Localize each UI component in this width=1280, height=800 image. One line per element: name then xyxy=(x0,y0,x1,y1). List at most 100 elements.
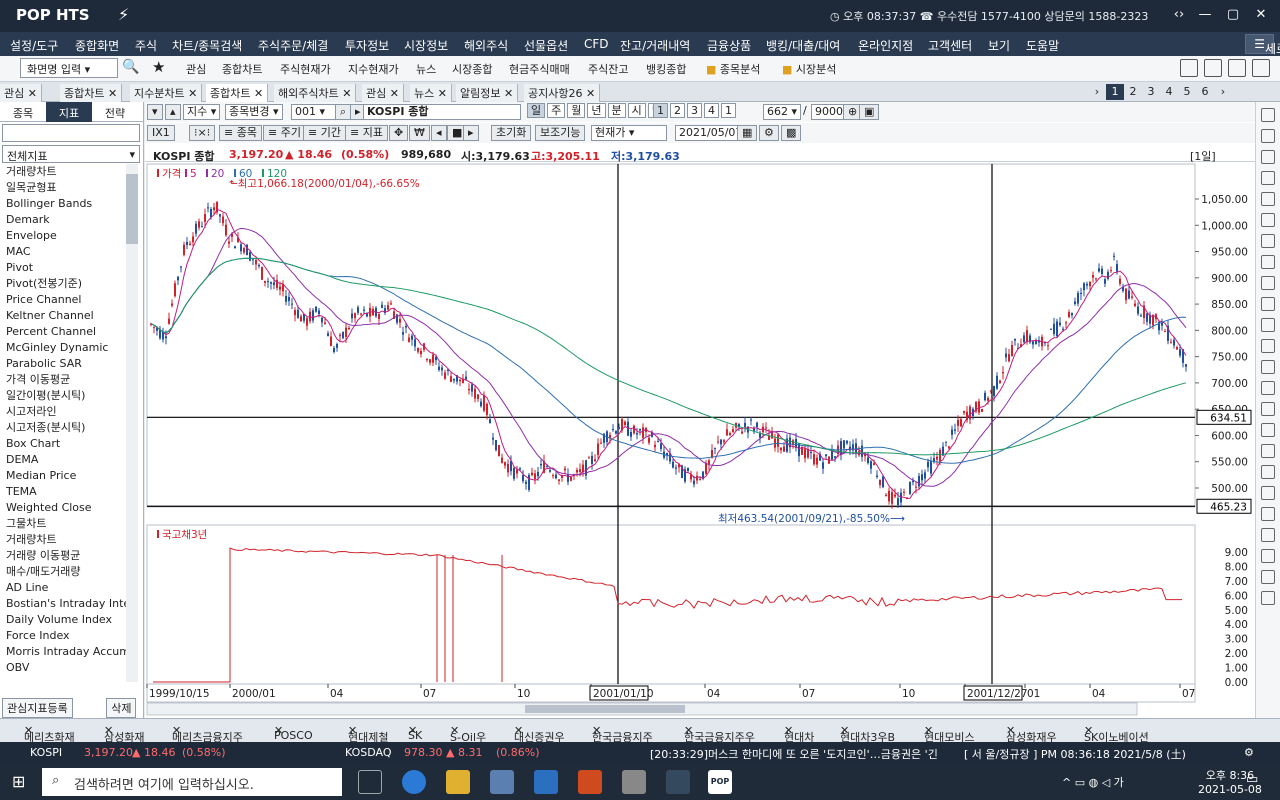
menu-item[interactable]: 설정/도구 xyxy=(10,37,58,54)
pager-item[interactable]: 5 xyxy=(1178,84,1196,100)
drawing-tool-icon[interactable] xyxy=(1261,255,1275,269)
stock-tab[interactable]: 현대모비스 ✕ xyxy=(924,724,975,744)
notification-icon[interactable]: ▭ xyxy=(1246,772,1258,787)
tab-item[interactable]: 종합차트 ✕ xyxy=(206,84,269,102)
indicator-item[interactable]: OBV xyxy=(6,660,126,676)
pager-item[interactable]: 4 xyxy=(1160,84,1178,100)
toolbar-item[interactable]: 관심 xyxy=(186,61,206,77)
drawing-tool-icon[interactable] xyxy=(1261,465,1275,479)
stock-tab[interactable]: 메리츠화재 ✕ xyxy=(24,724,75,744)
stock-tab[interactable]: 삼성화재우 ✕ xyxy=(1006,724,1057,744)
tray-icons[interactable]: ^ ▭ ◍ ◁ 가 xyxy=(1062,774,1124,790)
star-icon[interactable]: ★ xyxy=(152,58,165,76)
toolbar-item[interactable]: 종합차트 xyxy=(222,61,262,77)
menu-item[interactable]: 차트/종목검색 xyxy=(172,37,242,54)
toolbar-item[interactable]: ■ 시장분석 xyxy=(782,61,836,77)
indicator-item[interactable]: AD Line xyxy=(6,580,126,596)
drawing-tool-icon[interactable] xyxy=(1261,423,1275,437)
pager-item[interactable]: 2 xyxy=(1124,84,1142,100)
stock-tab[interactable]: 대신증권우 ✕ xyxy=(514,724,565,744)
menu-item[interactable]: 고객센터 xyxy=(928,37,972,54)
toolbar-item[interactable]: 주식잔고 xyxy=(588,61,628,77)
vertical-menu-button[interactable]: ☰ 세로메뉴 xyxy=(1245,34,1280,56)
chart-canvas[interactable]: 1,050.00 1,000.00 950.00 900.00 850.00 800.00… xyxy=(145,102,1255,718)
file-explorer-icon[interactable] xyxy=(446,770,470,794)
indicator-item[interactable]: 매수/매도거래량 xyxy=(6,564,126,580)
drawing-tool-icon[interactable] xyxy=(1261,381,1275,395)
search-icon[interactable]: 🔍 xyxy=(122,59,139,75)
tab-item[interactable]: 해외주식차트 ✕ xyxy=(274,84,357,102)
indicator-item[interactable]: Bollinger Bands xyxy=(6,196,126,212)
pager-item[interactable]: 6 xyxy=(1196,84,1214,100)
chart-scrollbar-thumb[interactable] xyxy=(525,705,685,713)
drawing-tool-icon[interactable] xyxy=(1261,150,1275,164)
tools-icon[interactable]: ⚙ xyxy=(1244,746,1254,759)
menu-item[interactable]: 금융상품 xyxy=(707,37,751,54)
indicator-item[interactable]: 시고저종(분시틱) xyxy=(6,420,126,436)
calculator-icon[interactable] xyxy=(1180,59,1198,77)
indicator-scrollbar[interactable] xyxy=(126,164,138,682)
mail-icon[interactable] xyxy=(534,770,558,794)
stock-tab[interactable]: SK ✕ xyxy=(408,724,422,742)
tab-item[interactable]: 알림정보 ✕ xyxy=(456,84,519,102)
stock-tab[interactable]: 한국금융지주 ✕ xyxy=(592,724,653,744)
indicator-item[interactable]: Pivot xyxy=(6,260,126,276)
toolbar-item[interactable]: 지수현재가 xyxy=(348,61,399,77)
indicator-item[interactable]: Median Price xyxy=(6,468,126,484)
close-icon[interactable]: ✕ xyxy=(1248,4,1274,26)
office-icon[interactable] xyxy=(578,770,602,794)
pop-hts-icon[interactable]: POP xyxy=(708,770,732,794)
stock-tab[interactable]: 삼성화재 ✕ xyxy=(104,724,144,744)
drawing-tool-icon[interactable] xyxy=(1261,444,1275,458)
tab-item[interactable]: 지수분차트 ✕ xyxy=(130,84,203,102)
indicator-item[interactable]: Price Channel xyxy=(6,292,126,308)
windows-start-icon[interactable]: ⊞ xyxy=(12,772,25,791)
drawing-tool-icon[interactable] xyxy=(1261,108,1275,122)
screen-name-input[interactable]: 화면명 입력 ▾ xyxy=(20,58,118,78)
indicator-item[interactable]: Parabolic SAR xyxy=(6,356,126,372)
menu-item[interactable]: 온라인지점 xyxy=(858,37,913,54)
tools-icon[interactable] xyxy=(1252,59,1270,77)
toolbar-item[interactable]: 뱅킹종합 xyxy=(646,61,686,77)
pager-next-icon[interactable]: › xyxy=(1214,84,1232,100)
menu-item[interactable]: 투자정보 xyxy=(345,37,389,54)
tab-item[interactable]: 종합차트 ✕ xyxy=(60,84,123,102)
drawing-tool-icon[interactable] xyxy=(1261,486,1275,500)
drawing-tool-icon[interactable] xyxy=(1261,339,1275,353)
store-icon[interactable] xyxy=(490,770,514,794)
stock-tab[interactable]: POSCO ✕ xyxy=(274,724,313,742)
tab-stock[interactable]: 종목 xyxy=(0,102,46,122)
menu-item[interactable]: 주식주문/체결 xyxy=(258,37,328,54)
indicator-item[interactable]: TEMA xyxy=(6,484,126,500)
drawing-tool-icon[interactable] xyxy=(1261,528,1275,542)
tab-item[interactable]: 관심 ✕ xyxy=(362,84,404,102)
indicator-item[interactable]: 일간이평(분시틱) xyxy=(6,388,126,404)
menu-item[interactable]: 뱅킹/대출/대여 xyxy=(766,37,840,54)
drawing-tool-icon[interactable] xyxy=(1261,507,1275,521)
maximize-icon[interactable]: ▢ xyxy=(1220,4,1246,26)
menu-item[interactable]: 도움말 xyxy=(1026,37,1059,54)
task-view-icon[interactable] xyxy=(358,770,382,794)
drawing-tool-icon[interactable] xyxy=(1261,318,1275,332)
indicator-item[interactable]: Bostian's Intraday Intens xyxy=(6,596,126,612)
drawing-tool-icon[interactable] xyxy=(1261,192,1275,206)
indicator-item[interactable]: DEMA xyxy=(6,452,126,468)
menu-item[interactable]: 선물옵션 xyxy=(524,37,568,54)
stock-tab[interactable]: 현대제철 ✕ xyxy=(348,724,388,744)
menu-item[interactable]: 보기 xyxy=(988,37,1010,54)
drawing-tool-icon[interactable] xyxy=(1261,213,1275,227)
indicator-item[interactable]: Percent Channel xyxy=(6,324,126,340)
indicator-item[interactable]: Envelope xyxy=(6,228,126,244)
indicator-item[interactable]: 일목균형표 xyxy=(6,180,126,196)
flash-icon[interactable]: ⚡ xyxy=(118,5,129,24)
indicator-item[interactable]: 거래량차트 xyxy=(6,164,126,180)
menu-item[interactable]: 해외주식 xyxy=(464,37,508,54)
indicator-item[interactable]: 시고저라인 xyxy=(6,404,126,420)
indicator-item[interactable]: Demark xyxy=(6,212,126,228)
indicator-item[interactable]: 거래량차트 xyxy=(6,532,126,548)
drawing-tool-icon[interactable] xyxy=(1261,171,1275,185)
menu-item[interactable]: 종합화면 xyxy=(75,37,119,54)
drawing-tool-icon[interactable] xyxy=(1261,276,1275,290)
register-indicator-button[interactable]: 관심지표등록 xyxy=(2,698,73,718)
toolbar-item[interactable]: 주식현재가 xyxy=(280,61,331,77)
